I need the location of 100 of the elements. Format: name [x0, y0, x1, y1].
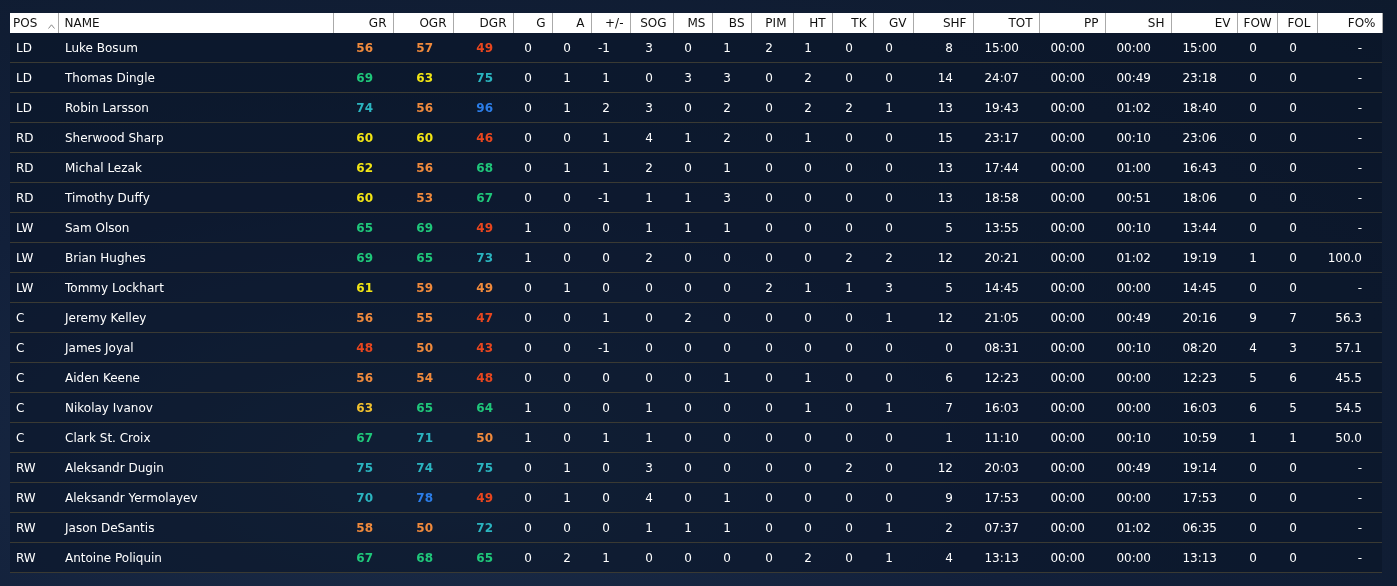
- table-cell: RW: [10, 542, 58, 573]
- column-header[interactable]: PIM: [751, 13, 793, 33]
- column-header[interactable]: NAME: [58, 13, 333, 33]
- column-header[interactable]: A: [552, 13, 591, 33]
- table-cell: 65: [453, 542, 513, 573]
- table-cell: 2: [591, 92, 630, 123]
- table-cell: 1: [552, 92, 591, 123]
- table-cell: 1: [1237, 242, 1277, 273]
- column-header[interactable]: FOL: [1277, 13, 1317, 33]
- table-cell: 0: [751, 92, 793, 123]
- table-cell: -: [1317, 452, 1382, 483]
- table-cell: 0: [873, 482, 913, 513]
- table-cell: 0: [1237, 33, 1277, 63]
- table-cell: 00:00: [1039, 242, 1105, 273]
- table-cell: 1: [913, 422, 973, 453]
- column-header[interactable]: HT: [793, 13, 832, 33]
- table-cell: 13: [913, 92, 973, 123]
- column-header[interactable]: SHF: [913, 13, 973, 33]
- table-cell: 0: [1277, 182, 1317, 213]
- table-cell: 0: [673, 422, 712, 453]
- table-cell: 1: [552, 152, 591, 183]
- table-cell: -: [1317, 152, 1382, 183]
- column-header[interactable]: SOG: [630, 13, 673, 33]
- table-cell: 1: [630, 182, 673, 213]
- column-header[interactable]: SH: [1105, 13, 1171, 33]
- table-cell: 0: [513, 482, 552, 513]
- column-header[interactable]: MS: [673, 13, 712, 33]
- table-cell: 2: [793, 62, 832, 93]
- table-cell: 0: [751, 482, 793, 513]
- column-header[interactable]: OGR: [393, 13, 453, 33]
- table-cell: 3: [630, 92, 673, 123]
- column-header[interactable]: DGR: [453, 13, 513, 33]
- table-cell: 0: [832, 152, 873, 183]
- table-cell: 0: [712, 392, 751, 423]
- table-cell: 00:00: [1039, 33, 1105, 63]
- table-cell: 06:35: [1171, 512, 1237, 543]
- table-cell: 1: [793, 272, 832, 303]
- table-cell: Aiden Keene: [58, 362, 333, 393]
- table-cell: 1: [873, 392, 913, 423]
- table-cell: 0: [1237, 182, 1277, 213]
- table-cell: 0: [513, 272, 552, 303]
- column-header[interactable]: GR: [333, 13, 393, 33]
- table-cell: 57: [393, 33, 453, 63]
- table-cell: 1: [712, 482, 751, 513]
- table-cell: 0: [873, 422, 913, 453]
- column-header[interactable]: TK: [832, 13, 873, 33]
- table-cell: 0: [513, 92, 552, 123]
- table-cell: 69: [333, 62, 393, 93]
- table-cell: 5: [913, 212, 973, 243]
- column-header[interactable]: FOW: [1237, 13, 1277, 33]
- table-cell: 69: [393, 212, 453, 243]
- table-cell: 00:00: [1105, 33, 1171, 63]
- table-cell: 73: [453, 242, 513, 273]
- table-cell: 0: [793, 302, 832, 333]
- table-cell: 0: [1277, 452, 1317, 483]
- column-header[interactable]: EV: [1171, 13, 1237, 33]
- table-cell: Jeremy Kelley: [58, 302, 333, 333]
- table-cell: 74: [393, 452, 453, 483]
- table-cell: 78: [393, 482, 453, 513]
- table-cell: 1: [630, 422, 673, 453]
- table-cell: 07:37: [973, 512, 1039, 543]
- table-cell: Aleksandr Yermolayev: [58, 482, 333, 513]
- table-cell: 0: [1277, 92, 1317, 123]
- table-cell: 0: [673, 362, 712, 393]
- table-cell: 1: [712, 33, 751, 63]
- table-cell: Sherwood Sharp: [58, 122, 333, 153]
- table-cell: Brian Hughes: [58, 242, 333, 273]
- table-cell: 0: [712, 272, 751, 303]
- table-cell: -1: [591, 182, 630, 213]
- column-header[interactable]: G: [513, 13, 552, 33]
- table-cell: -1: [591, 33, 630, 63]
- table-cell: 2: [712, 92, 751, 123]
- table-cell: 24:07: [973, 62, 1039, 93]
- table-cell: 0: [793, 422, 832, 453]
- table-cell: 1: [873, 302, 913, 333]
- table-cell: 1: [712, 512, 751, 543]
- column-header[interactable]: FO%: [1317, 13, 1382, 33]
- table-cell: 11:10: [973, 422, 1039, 453]
- table-cell: C: [10, 302, 58, 333]
- table-cell: RD: [10, 152, 58, 183]
- column-header[interactable]: TOT: [973, 13, 1039, 33]
- table-cell: 0: [591, 362, 630, 393]
- column-header[interactable]: +/-: [591, 13, 630, 33]
- table-cell: 56: [393, 92, 453, 123]
- table-cell: 50: [453, 422, 513, 453]
- table-cell: 0: [591, 452, 630, 483]
- table-cell: 64: [453, 392, 513, 423]
- table-cell: RW: [10, 452, 58, 483]
- table-cell: 0: [712, 542, 751, 573]
- column-header[interactable]: GV: [873, 13, 913, 33]
- column-header[interactable]: BS: [712, 13, 751, 33]
- table-cell: 63: [393, 62, 453, 93]
- table-cell: Michal Lezak: [58, 152, 333, 183]
- table-cell: 00:00: [1039, 272, 1105, 303]
- table-cell: -: [1317, 542, 1382, 573]
- column-header[interactable]: POS: [10, 13, 58, 33]
- table-cell: 7: [1277, 302, 1317, 333]
- table-cell: 57.1: [1317, 332, 1382, 363]
- column-header[interactable]: PP: [1039, 13, 1105, 33]
- table-cell: 45.5: [1317, 362, 1382, 393]
